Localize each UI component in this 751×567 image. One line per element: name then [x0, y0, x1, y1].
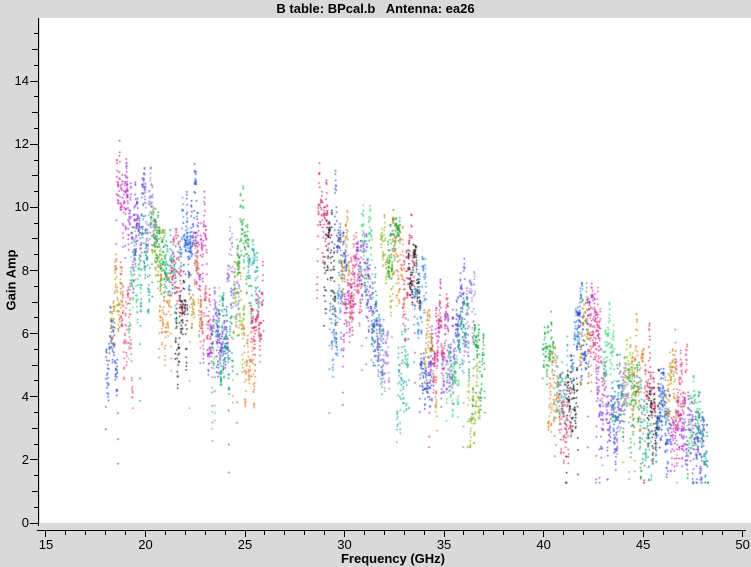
x-tick-label: 35: [427, 538, 461, 552]
y-tick-label: 6: [0, 327, 29, 341]
x-minor-tick: [264, 530, 265, 535]
y-minor-tick: [34, 65, 38, 66]
y-minor-tick: [34, 96, 38, 97]
y-major-tick: [30, 144, 38, 145]
x-minor-tick: [364, 530, 365, 535]
x-tick-label: 30: [328, 538, 362, 552]
x-major-tick: [543, 530, 544, 537]
x-minor-tick: [663, 530, 664, 535]
x-tick-label: 50: [726, 538, 751, 552]
y-tick-label: 12: [0, 137, 29, 151]
x-minor-tick: [404, 530, 405, 535]
y-minor-tick: [32, 112, 38, 113]
x-minor-tick: [85, 530, 86, 535]
x-major-tick: [444, 530, 445, 537]
x-axis-title: Frequency (GHz): [40, 551, 746, 566]
y-tick-label: 10: [0, 200, 29, 214]
y-minor-tick: [34, 286, 38, 287]
plot-title: B table: BPcal.b Antenna: ea26: [0, 1, 751, 16]
y-axis-title: Gain Amp: [4, 250, 19, 311]
x-minor-tick: [623, 530, 624, 535]
x-major-tick: [742, 530, 743, 537]
x-tick-label: 20: [128, 538, 162, 552]
plot-window: B table: BPcal.b Antenna: ea26 152025303…: [0, 0, 751, 567]
y-major-tick: [30, 81, 38, 82]
x-minor-tick: [65, 530, 66, 535]
x-minor-tick: [205, 530, 206, 535]
x-major-tick: [245, 530, 246, 537]
y-minor-tick: [32, 238, 38, 239]
x-minor-tick: [324, 530, 325, 535]
y-minor-tick: [32, 491, 38, 492]
x-minor-tick: [185, 530, 186, 535]
y-minor-tick: [34, 412, 38, 413]
x-tick-label: 15: [29, 538, 63, 552]
y-minor-tick: [34, 160, 38, 161]
y-minor-tick: [32, 49, 38, 50]
y-major-tick: [30, 459, 38, 460]
x-minor-tick: [603, 530, 604, 535]
x-minor-tick: [523, 530, 524, 535]
y-major-tick: [30, 270, 38, 271]
x-minor-tick: [125, 530, 126, 535]
x-major-tick: [145, 530, 146, 537]
x-major-tick: [643, 530, 644, 537]
x-tick-label: 40: [527, 538, 561, 552]
x-tick-label: 25: [228, 538, 262, 552]
y-minor-tick: [34, 475, 38, 476]
y-major-tick: [30, 396, 38, 397]
y-minor-tick: [34, 254, 38, 255]
y-tick-label: 0: [0, 516, 29, 530]
x-major-tick: [45, 530, 46, 537]
y-minor-tick: [34, 191, 38, 192]
y-minor-tick: [34, 349, 38, 350]
y-minor-tick: [32, 175, 38, 176]
y-tick-label: 4: [0, 390, 29, 404]
x-minor-tick: [682, 530, 683, 535]
y-minor-tick: [34, 444, 38, 445]
x-minor-tick: [105, 530, 106, 535]
y-minor-tick: [34, 507, 38, 508]
y-minor-tick: [34, 223, 38, 224]
y-tick-label: 2: [0, 453, 29, 467]
x-minor-tick: [225, 530, 226, 535]
y-major-tick: [30, 333, 38, 334]
y-minor-tick: [34, 380, 38, 381]
y-minor-tick: [34, 317, 38, 318]
x-minor-tick: [304, 530, 305, 535]
plot-canvas-area[interactable]: [40, 18, 751, 523]
x-minor-tick: [384, 530, 385, 535]
y-tick-label: 14: [0, 74, 29, 88]
x-minor-tick: [165, 530, 166, 535]
data-points-canvas[interactable]: [40, 18, 751, 523]
x-minor-tick: [702, 530, 703, 535]
x-minor-tick: [424, 530, 425, 535]
y-minor-tick: [32, 302, 38, 303]
y-minor-tick: [32, 428, 38, 429]
x-minor-tick: [284, 530, 285, 535]
y-minor-tick: [32, 365, 38, 366]
y-axis-line: [38, 18, 39, 526]
y-minor-tick: [34, 128, 38, 129]
x-minor-tick: [722, 530, 723, 535]
y-major-tick: [30, 523, 38, 524]
y-major-tick: [30, 207, 38, 208]
x-minor-tick: [483, 530, 484, 535]
x-tick-label: 45: [626, 538, 660, 552]
x-minor-tick: [463, 530, 464, 535]
x-minor-tick: [563, 530, 564, 535]
y-minor-tick: [34, 33, 38, 34]
x-axis-line: [37, 530, 746, 531]
x-minor-tick: [583, 530, 584, 535]
x-minor-tick: [503, 530, 504, 535]
x-major-tick: [344, 530, 345, 537]
